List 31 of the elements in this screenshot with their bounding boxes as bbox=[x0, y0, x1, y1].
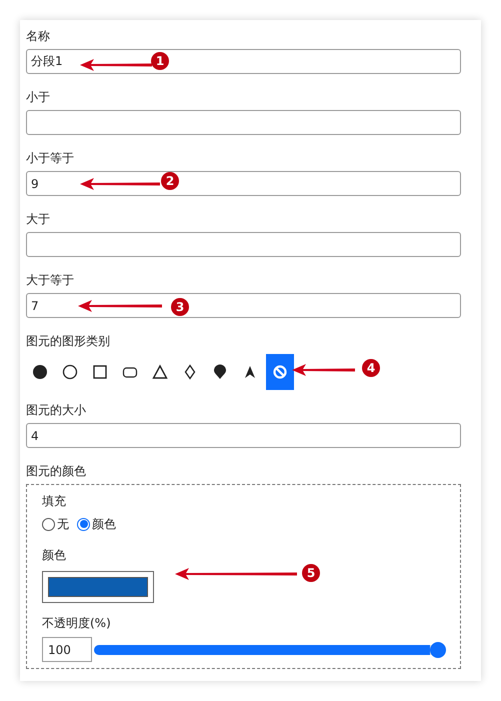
input-field[interactable] bbox=[26, 110, 461, 135]
field-label: 大于 bbox=[26, 211, 50, 227]
input-field[interactable]: 4 bbox=[26, 423, 461, 448]
field-label: 大于等于 bbox=[26, 272, 74, 288]
diamond-icon bbox=[182, 364, 198, 380]
field-label: 小于等于 bbox=[26, 150, 74, 166]
radio-button[interactable] bbox=[42, 518, 55, 530]
field-label: 小于 bbox=[26, 89, 50, 105]
field-label: 图元的图形类别 bbox=[26, 333, 110, 349]
radio-button[interactable] bbox=[77, 518, 90, 530]
pin-icon bbox=[212, 364, 228, 380]
blocked-icon bbox=[272, 364, 288, 380]
field-label: 填充 bbox=[42, 493, 66, 509]
color-picker[interactable] bbox=[42, 571, 154, 603]
field-label: 颜色 bbox=[42, 547, 66, 563]
radio-option[interactable]: 颜色 bbox=[77, 515, 116, 533]
field-label: 名称 bbox=[26, 28, 50, 44]
annotation-arrow bbox=[80, 58, 152, 72]
field-label: 图元的大小 bbox=[26, 402, 86, 418]
input-field[interactable]: 100 bbox=[42, 637, 92, 662]
triangle-icon bbox=[152, 364, 168, 380]
annotation-arrow bbox=[292, 363, 355, 377]
field-label: 图元的颜色 bbox=[26, 463, 86, 479]
input-field[interactable] bbox=[26, 232, 461, 257]
circle-icon bbox=[62, 364, 78, 380]
square-icon bbox=[92, 364, 108, 380]
filled-circle-icon bbox=[32, 364, 48, 380]
radio-option[interactable]: 无 bbox=[42, 515, 69, 533]
slider-thumb[interactable] bbox=[430, 642, 446, 658]
field-label: 不透明度(%) bbox=[42, 615, 111, 631]
arrowhead-icon bbox=[242, 364, 258, 380]
